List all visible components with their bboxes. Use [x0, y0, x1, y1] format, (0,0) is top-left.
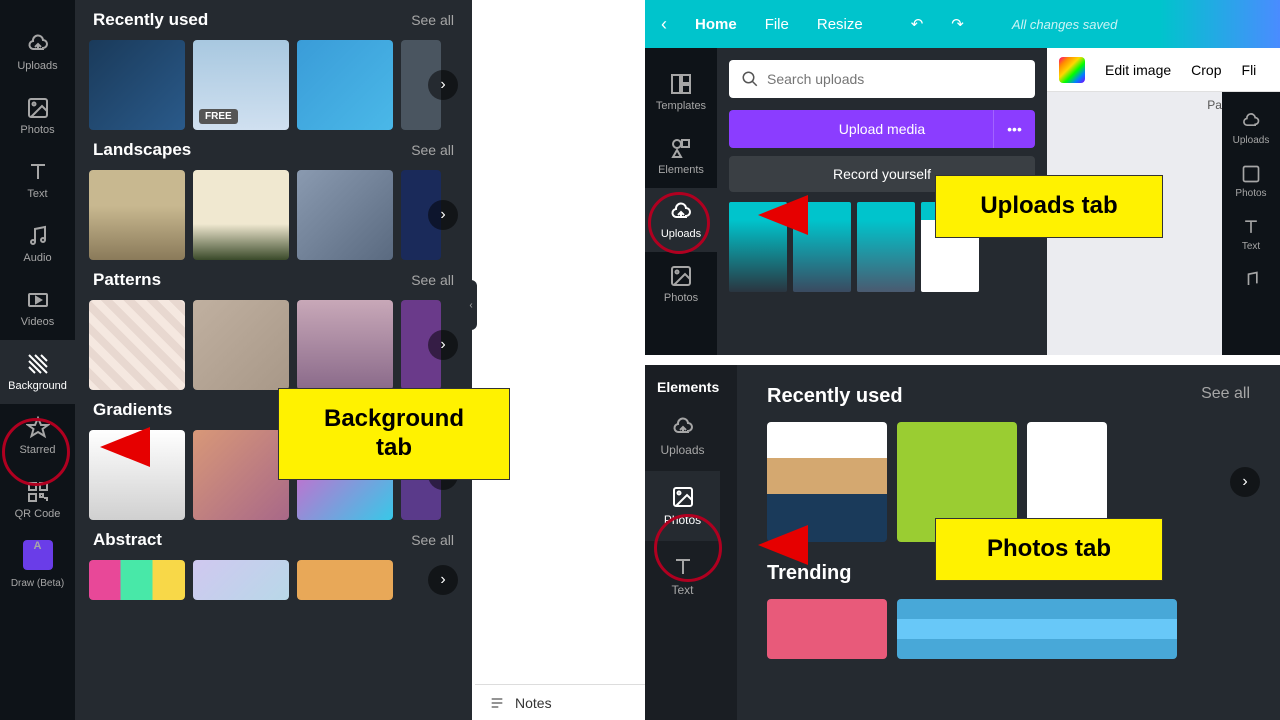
cloud-upload-icon	[26, 32, 50, 56]
thumb[interactable]	[89, 430, 185, 520]
thumb[interactable]	[297, 170, 393, 260]
sidebar-item-elements[interactable]: Elements	[645, 124, 719, 188]
see-all-link[interactable]: See all	[411, 532, 454, 548]
background-icon	[26, 352, 50, 376]
sidebar-item-text[interactable]: Text	[1214, 208, 1280, 261]
sidebar-item-background[interactable]: Background	[0, 340, 75, 404]
thumb[interactable]	[89, 560, 185, 600]
notes-icon	[489, 695, 505, 711]
back-icon[interactable]: ‹	[661, 14, 667, 35]
thumb[interactable]	[89, 300, 185, 390]
sidebar-item-photos[interactable]: Photos	[645, 471, 720, 541]
thumb[interactable]	[193, 300, 289, 390]
image-icon	[1241, 164, 1261, 184]
qr-icon	[26, 480, 50, 504]
sidebar-item-audio[interactable]: Audio	[0, 212, 75, 276]
callout-uploads: Uploads tab	[935, 175, 1163, 238]
elements-icon	[669, 136, 693, 160]
thumb[interactable]	[193, 430, 289, 520]
undo-icon[interactable]: ↶	[911, 15, 924, 33]
sidebar-right-mini: Uploads Photos Text	[1222, 92, 1280, 355]
callout-background: Background tab	[278, 388, 510, 480]
cloud-upload-icon	[1241, 111, 1261, 131]
upload-thumb[interactable]	[793, 202, 851, 292]
sidebar-item-photos[interactable]: Photos	[1214, 155, 1280, 208]
image-icon	[671, 485, 695, 509]
thumb[interactable]	[297, 560, 393, 600]
sidebar-item-qrcode[interactable]: QR Code	[0, 468, 75, 532]
sidebar-item-draw[interactable]: A	[23, 540, 53, 570]
sidebar-item-photos[interactable]: Photos	[0, 84, 75, 148]
text-icon	[1241, 217, 1261, 237]
search-icon	[741, 70, 759, 88]
topbar: ‹ Home File Resize ↶ ↷ All changes saved	[645, 0, 1280, 48]
sidebar-photos-view: Elements Uploads Photos Text	[645, 365, 737, 720]
callout-photos: Photos tab	[935, 518, 1163, 581]
upload-thumb[interactable]	[857, 202, 915, 292]
see-all-link[interactable]: See all	[411, 272, 454, 288]
sidebar-item-uploads[interactable]: Uploads	[1214, 102, 1280, 155]
see-all-link[interactable]: See all	[411, 142, 454, 158]
save-status: All changes saved	[1012, 17, 1118, 32]
chevron-right-icon[interactable]: ›	[428, 200, 458, 230]
photo-thumb[interactable]	[767, 422, 887, 542]
sidebar-item-videos[interactable]: Videos	[0, 276, 75, 340]
sidebar-item-text[interactable]: Text	[645, 541, 720, 611]
see-all-link[interactable]: See all	[1201, 385, 1250, 408]
section-title: Recently used	[93, 10, 208, 30]
music-icon	[1241, 270, 1261, 290]
file-menu[interactable]: File	[765, 16, 789, 33]
sidebar-item-templates[interactable]: Templates	[645, 60, 719, 124]
upload-media-button[interactable]: Upload media•••	[729, 110, 1035, 148]
sidebar-item-uploads[interactable]: Uploads	[645, 401, 720, 471]
sidebar-uploads-view: Templates Elements Uploads Photos	[645, 48, 717, 355]
text-icon	[26, 160, 50, 184]
thumb[interactable]	[89, 170, 185, 260]
image-icon	[669, 264, 693, 288]
photo-thumb[interactable]	[767, 599, 887, 659]
thumb[interactable]	[297, 40, 393, 130]
video-icon	[26, 288, 50, 312]
templates-icon	[669, 72, 693, 96]
edit-image-button[interactable]: Edit image	[1105, 62, 1171, 78]
thumb[interactable]	[193, 560, 289, 600]
resize-menu[interactable]: Resize	[817, 16, 863, 33]
notes-bar[interactable]: Notes	[475, 684, 645, 720]
upload-thumb[interactable]	[729, 202, 787, 292]
chevron-right-icon[interactable]: ›	[428, 70, 458, 100]
home-link[interactable]: Home	[695, 16, 737, 33]
crop-button[interactable]: Crop	[1191, 62, 1221, 78]
flip-button[interactable]: Fli	[1242, 62, 1257, 78]
redo-icon[interactable]: ↷	[951, 15, 964, 33]
sidebar-item-starred[interactable]: Starred	[0, 404, 75, 468]
see-all-link[interactable]: See all	[411, 12, 454, 28]
sidebar-item-uploads[interactable]: Uploads	[0, 20, 75, 84]
thumb[interactable]: FREE	[193, 40, 289, 130]
thumb[interactable]	[193, 170, 289, 260]
background-panel: Recently usedSee all FREE › LandscapesSe…	[75, 0, 472, 720]
sidebar-item-photos[interactable]: Photos	[645, 252, 719, 316]
chevron-right-icon[interactable]: ›	[1230, 467, 1260, 497]
photo-thumb[interactable]	[897, 599, 1177, 659]
image-icon	[26, 96, 50, 120]
search-input[interactable]	[729, 60, 1035, 98]
chevron-right-icon[interactable]: ›	[428, 565, 458, 595]
color-picker[interactable]	[1059, 57, 1085, 83]
collapse-panel-button[interactable]: ‹	[465, 280, 477, 330]
cloud-upload-icon	[671, 415, 695, 439]
text-icon	[671, 555, 695, 579]
sidebar-item-audio[interactable]	[1214, 261, 1280, 303]
chevron-right-icon[interactable]: ›	[428, 330, 458, 360]
left-screenshot: Uploads Photos Text Audio Videos Backgro…	[0, 0, 472, 720]
cloud-upload-icon	[669, 200, 693, 224]
star-icon	[26, 416, 50, 440]
edit-toolbar: Edit image Crop Fli	[1047, 48, 1280, 92]
sidebar-left: Uploads Photos Text Audio Videos Backgro…	[0, 0, 75, 720]
thumb[interactable]	[297, 300, 393, 390]
sidebar-item-uploads[interactable]: Uploads	[645, 188, 719, 252]
thumb[interactable]	[89, 40, 185, 130]
more-icon[interactable]: •••	[993, 110, 1035, 148]
sidebar-item-text[interactable]: Text	[0, 148, 75, 212]
music-icon	[26, 224, 50, 248]
